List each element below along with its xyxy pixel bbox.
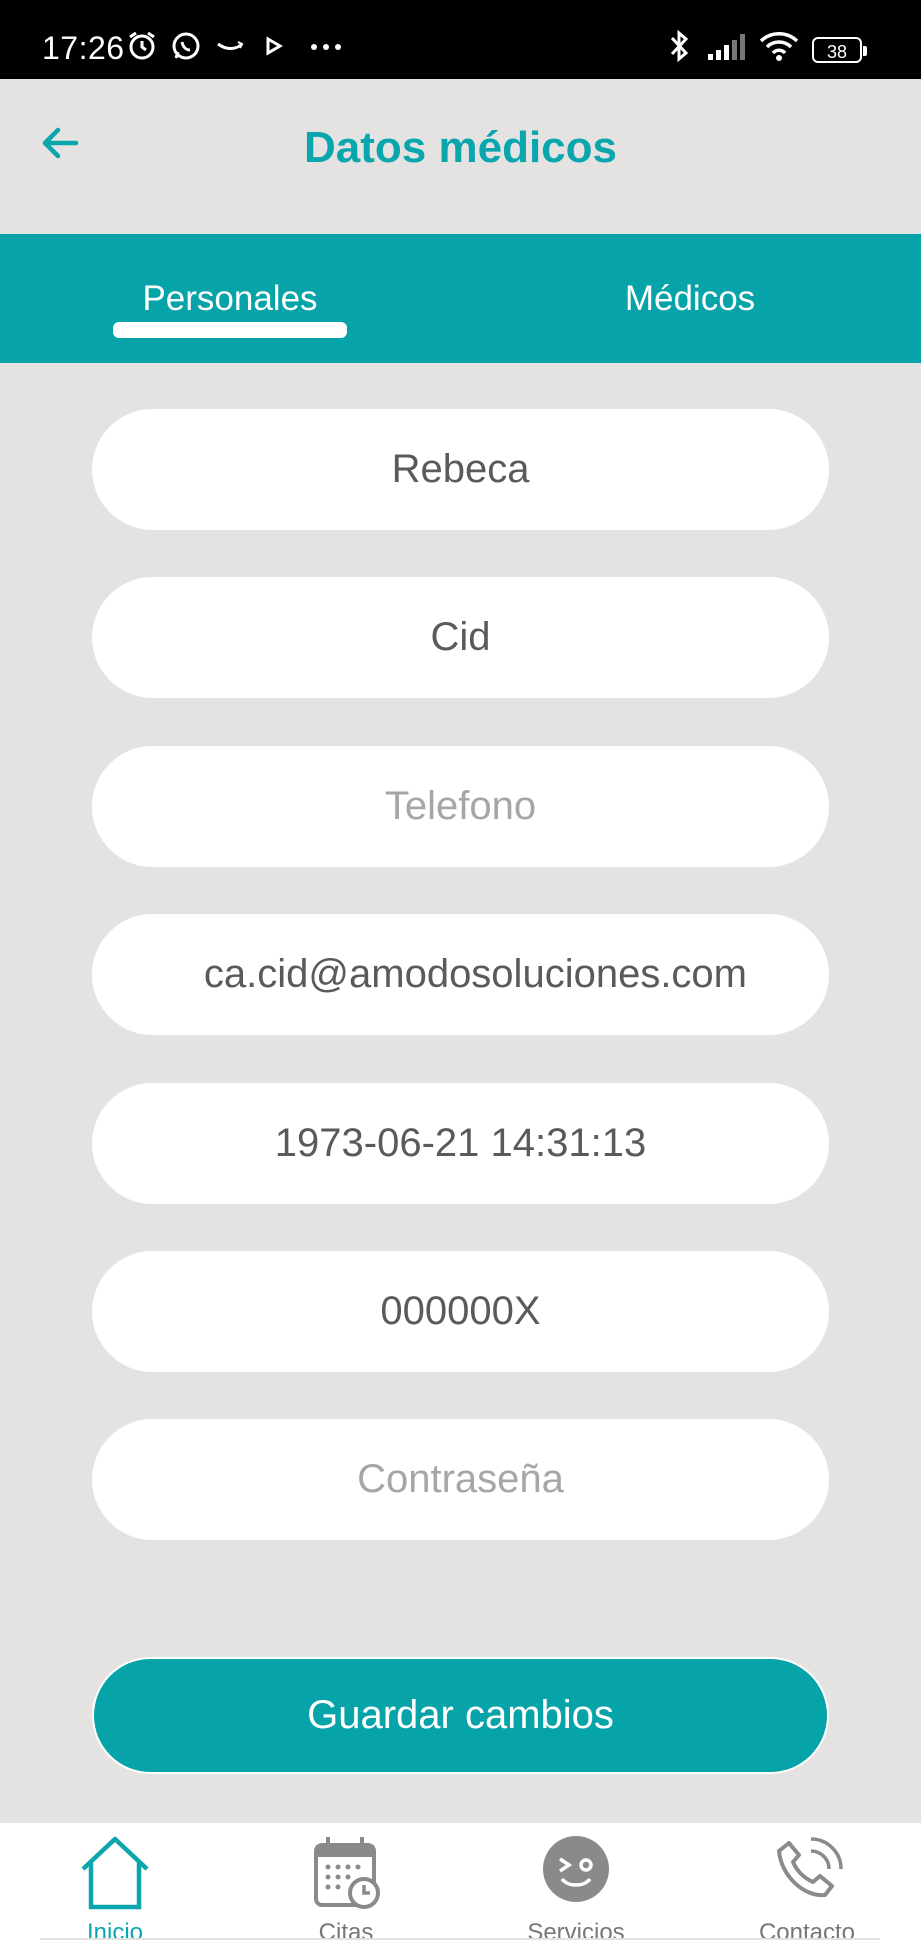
signal-icon [706,30,750,62]
wifi-icon [758,30,800,62]
nav-divider [40,1938,880,1940]
save-changes-button[interactable]: Guardar cambios [94,1659,827,1772]
password-field[interactable]: Contraseña [92,1419,829,1540]
services-icon [543,1836,609,1902]
battery-icon: 38 [812,37,867,63]
tab-active-indicator [113,322,347,338]
whatsapp-icon [170,30,202,62]
page-title: Datos médicos [304,123,617,172]
phone-field[interactable]: Telefono [92,746,829,867]
status-time: 17:26 [42,30,125,66]
email-field[interactable]: ca.cid@amodosoluciones.com [92,914,829,1035]
nav-citas[interactable]: Citas [266,1833,426,1953]
amazon-icon [214,30,246,62]
tab-medicos[interactable]: Médicos [550,234,830,363]
nav-label: Contacto [758,1919,856,1946]
nav-contacto[interactable]: Contacto [727,1833,887,1953]
birthdate-field[interactable]: 1973-06-21 14:31:13 [92,1083,829,1204]
app-bar: Datos médicos [0,79,921,234]
calendar-icon [314,1837,380,1909]
nav-label: Servicios [527,1919,625,1946]
nav-inicio[interactable]: Inicio [35,1833,195,1953]
nav-servicios[interactable]: Servicios [496,1833,656,1953]
bluetooth-icon [664,29,694,63]
play-icon [262,30,286,62]
first-name-field[interactable]: Rebeca [92,409,829,530]
nav-label: Citas [318,1919,374,1946]
alarm-icon [126,30,158,62]
tab-personales[interactable]: Personales [90,234,370,363]
last-name-field[interactable]: Cid [92,577,829,698]
status-bar: 17:26 38 [0,0,921,79]
home-icon [81,1836,149,1910]
more-dots-icon [308,30,344,62]
tab-bar: Personales Médicos [0,234,921,363]
nav-label: Inicio [86,1919,144,1946]
phone-icon [777,1837,843,1898]
id-number-field[interactable]: 000000X [92,1251,829,1372]
